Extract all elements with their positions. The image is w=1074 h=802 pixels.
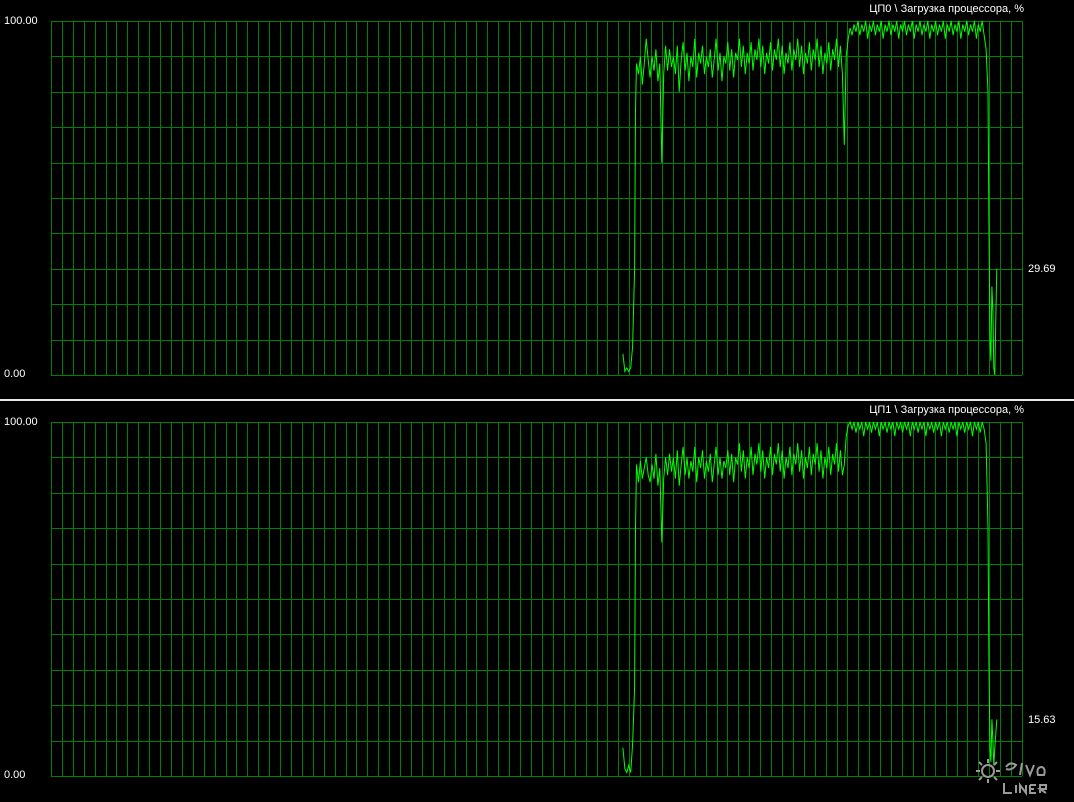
cpu1-current-value: 15.63 — [1028, 713, 1056, 726]
cpu0-chart — [51, 20, 1023, 376]
cpu0-graph-panel: ЦП0 \ Загрузка процессора, % 100.00 0.00… — [0, 0, 1074, 399]
cpu1-load-line — [622, 420, 998, 774]
cpu1-y-max-label: 100.00 — [4, 416, 38, 428]
cpu1-y-min-label: 0.00 — [4, 769, 26, 781]
cpu1-graph-panel: ЦП1 \ Загрузка процессора, % 100.00 0.00… — [0, 401, 1074, 802]
cpu1-chart — [51, 420, 1023, 777]
cpu0-current-value: 29.69 — [1028, 262, 1056, 275]
watermark-logo — [976, 759, 1047, 796]
cpu0-y-min-label: 0.00 — [4, 368, 26, 380]
cpu1-chart-title: ЦП1 \ Загрузка процессора, % — [869, 404, 1024, 416]
cpu0-y-max-label: 100.00 — [4, 15, 38, 27]
cpu0-chart-title: ЦП0 \ Загрузка процессора, % — [869, 3, 1024, 15]
